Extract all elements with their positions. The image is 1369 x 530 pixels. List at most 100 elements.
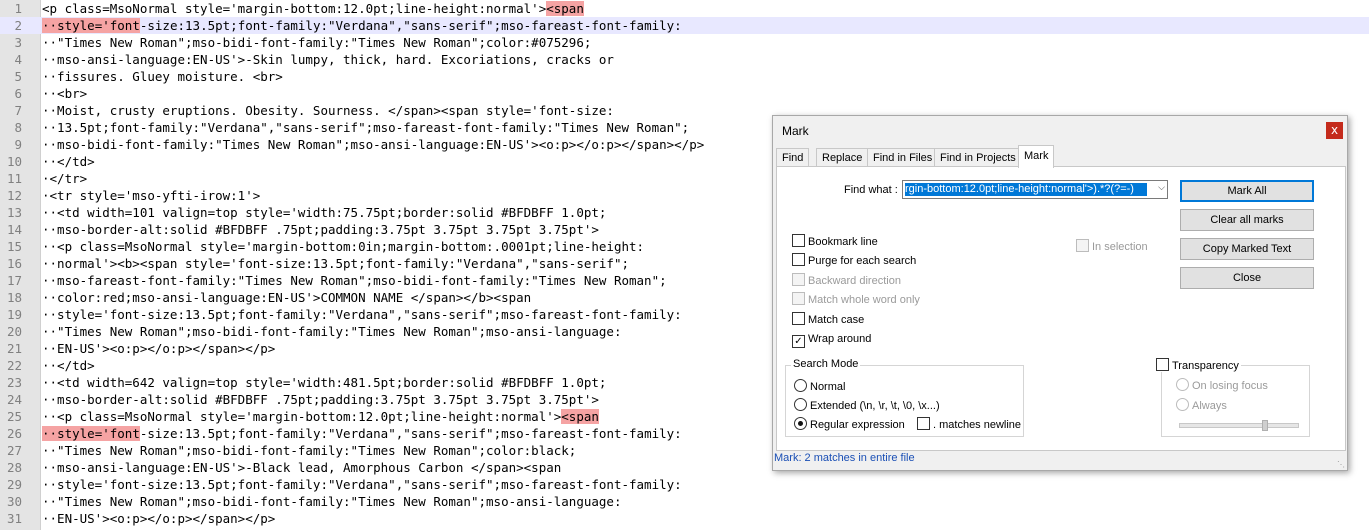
line-number: 21: [6, 341, 22, 356]
dialog-title: Mark: [782, 124, 809, 138]
tab-mark[interactable]: Mark: [1018, 145, 1055, 168]
code-fragment: ··Moist, crusty eruptions. Obesity. Sour…: [42, 103, 614, 118]
transparency-slider: [1179, 423, 1299, 428]
match-highlight: ··: [42, 18, 58, 33]
mode-regex[interactable]: Regular expression: [794, 417, 905, 433]
line-text: ··mso-border-alt:solid #BFDBFF .75pt;pad…: [42, 391, 599, 408]
line-text: ··mso-ansi-language:EN-US'>-Skin lumpy, …: [42, 51, 614, 68]
checkbox: [792, 273, 805, 286]
radio[interactable]: [794, 379, 807, 392]
line-text: ·</tr>: [42, 170, 87, 187]
checkbox[interactable]: [792, 253, 805, 266]
option-label: . matches newline: [933, 419, 1022, 431]
line-number: 27: [6, 443, 22, 458]
line-number: 16: [6, 256, 22, 271]
line-number: 1: [14, 1, 22, 16]
tab-find[interactable]: Find: [776, 148, 810, 167]
option-label: Extended (\n, \r, \t, \0, \x...): [810, 400, 940, 412]
code-line[interactable]: 30 ··"Times New Roman";mso-bidi-font-fami…: [0, 493, 1369, 510]
line-text: ··</td>: [42, 357, 95, 374]
line-text: ··EN-US'><o:p></o:p></span></p>: [42, 340, 275, 357]
line-number: 11: [6, 171, 22, 186]
code-fragment: ··mso-fareast-font-family:"Times New Rom…: [42, 273, 667, 288]
find-what-input[interactable]: rgin-bottom:12.0pt;line-height:normal'>)…: [902, 180, 1168, 199]
tab-replace[interactable]: Replace: [816, 148, 869, 167]
code-fragment: ··"Times New Roman";mso-bidi-font-family…: [42, 35, 592, 50]
option-label: Wrap around: [808, 333, 872, 345]
line-number: 5: [14, 69, 22, 84]
line-number: 17: [6, 273, 22, 288]
dialog-tabs: Find Replace Find in Files Find in Proje…: [776, 145, 1346, 168]
line-text: ··color:red;mso-ansi-language:EN-US'>COM…: [42, 289, 531, 306]
option-label: In selection: [1092, 241, 1148, 253]
line-text: ··normal'><b><span style='font-size:13.5…: [42, 255, 629, 272]
bookmark-line-option[interactable]: Bookmark line: [792, 234, 878, 250]
line-number: 4: [14, 52, 22, 67]
transparency-label: Transparency: [1172, 360, 1239, 372]
code-fragment: ··EN-US'><o:p></o:p></span></p>: [42, 511, 276, 526]
line-number: 15: [6, 239, 22, 254]
code-fragment: ··<p class=MsoNormal style='margin-botto…: [42, 239, 645, 254]
mode-normal[interactable]: Normal: [794, 379, 845, 395]
close-icon[interactable]: x: [1326, 122, 1343, 139]
copy-marked-text-button[interactable]: Copy Marked Text: [1180, 238, 1314, 260]
code-fragment: ··<td width=642 valign=top style='width:…: [42, 375, 607, 390]
code-line[interactable]: 1 <p class=MsoNormal style='margin-bottom…: [0, 0, 1369, 17]
line-text: ··EN-US'><o:p></o:p></span></p>: [42, 510, 275, 527]
checkbox-checked[interactable]: ✓: [792, 335, 805, 348]
line-number: 28: [6, 460, 22, 475]
mode-extended[interactable]: Extended (\n, \r, \t, \0, \x...): [794, 398, 940, 414]
search-mode-title: Search Mode: [791, 358, 861, 370]
option-label: Bookmark line: [808, 236, 878, 248]
code-fragment: -size:13.5pt;font-family:"Verdana","sans…: [139, 18, 682, 33]
code-line[interactable]: 4 ··mso-ansi-language:EN-US'>-Skin lumpy,…: [0, 51, 1369, 68]
checkbox[interactable]: [1156, 358, 1169, 371]
checkbox[interactable]: [792, 234, 805, 247]
mark-all-button[interactable]: Mark All: [1180, 180, 1314, 202]
radio[interactable]: [794, 398, 807, 411]
transparency-option[interactable]: Transparency: [1154, 358, 1241, 372]
match-case-option[interactable]: Match case: [792, 312, 864, 328]
line-text: ··</td>: [42, 153, 95, 170]
line-text: ··"Times New Roman";mso-bidi-font-family…: [42, 34, 591, 51]
purge-option[interactable]: Purge for each search: [792, 253, 916, 269]
tab-find-in-files[interactable]: Find in Files: [867, 148, 939, 167]
code-line[interactable]: 29 ··style='font-size:13.5pt;font-family:…: [0, 476, 1369, 493]
line-number: 10: [6, 154, 22, 169]
code-fragment: ··EN-US'><o:p></o:p></span></p>: [42, 341, 276, 356]
code-fragment: ··normal'><b><span style='font-size:13.5…: [42, 256, 629, 271]
matches-newline-option[interactable]: . matches newline: [917, 417, 1021, 433]
match-highlight: ··: [42, 426, 58, 441]
resize-grip-icon[interactable]: ⋱: [1337, 460, 1345, 469]
line-text: ··<br>: [42, 85, 87, 102]
radio: [1176, 398, 1189, 411]
tab-find-in-projects[interactable]: Find in Projects: [934, 148, 1022, 167]
code-line[interactable]: 5 ··fissures. Gluey moisture. <br>: [0, 68, 1369, 85]
match-highlight: <span: [546, 1, 584, 16]
checkbox[interactable]: [792, 312, 805, 325]
code-fragment: ·</tr>: [42, 171, 88, 186]
code-line[interactable]: 31 ··EN-US'><o:p></o:p></span></p>: [0, 510, 1369, 527]
mark-dialog: Mark x Find Replace Find in Files Find i…: [772, 115, 1348, 471]
code-fragment: ··color:red;mso-ansi-language:EN-US'>COM…: [42, 290, 532, 305]
chevron-down-icon[interactable]: ⌵: [1158, 183, 1165, 193]
option-label: Normal: [810, 381, 846, 393]
code-line[interactable]: 6 ··<br>: [0, 85, 1369, 102]
line-number: 22: [6, 358, 22, 373]
clear-all-marks-button[interactable]: Clear all marks: [1180, 209, 1314, 231]
radio-selected[interactable]: [794, 417, 807, 430]
wrap-around-option[interactable]: ✓ Wrap around: [792, 331, 872, 348]
code-line[interactable]: 3 ··"Times New Roman";mso-bidi-font-famil…: [0, 34, 1369, 51]
line-number: 14: [6, 222, 22, 237]
code-line[interactable]: 2 ··style='font-size:13.5pt;font-family:"…: [0, 17, 1369, 34]
code-fragment: ··style='font-size:13.5pt;font-family:"V…: [42, 477, 682, 492]
close-button[interactable]: Close: [1180, 267, 1314, 289]
line-number: 26: [6, 426, 22, 441]
checkbox[interactable]: [917, 417, 930, 430]
line-text: ·<tr style='mso-yfti-irow:1'>: [42, 187, 260, 204]
code-fragment: <p class=MsoNormal style='margin-bottom:…: [42, 1, 547, 16]
option-label: Always: [1192, 400, 1227, 412]
code-fragment: ··<td width=101 valign=top style='width:…: [42, 205, 607, 220]
line-number: 31: [6, 511, 22, 526]
option-label: On losing focus: [1192, 380, 1268, 392]
